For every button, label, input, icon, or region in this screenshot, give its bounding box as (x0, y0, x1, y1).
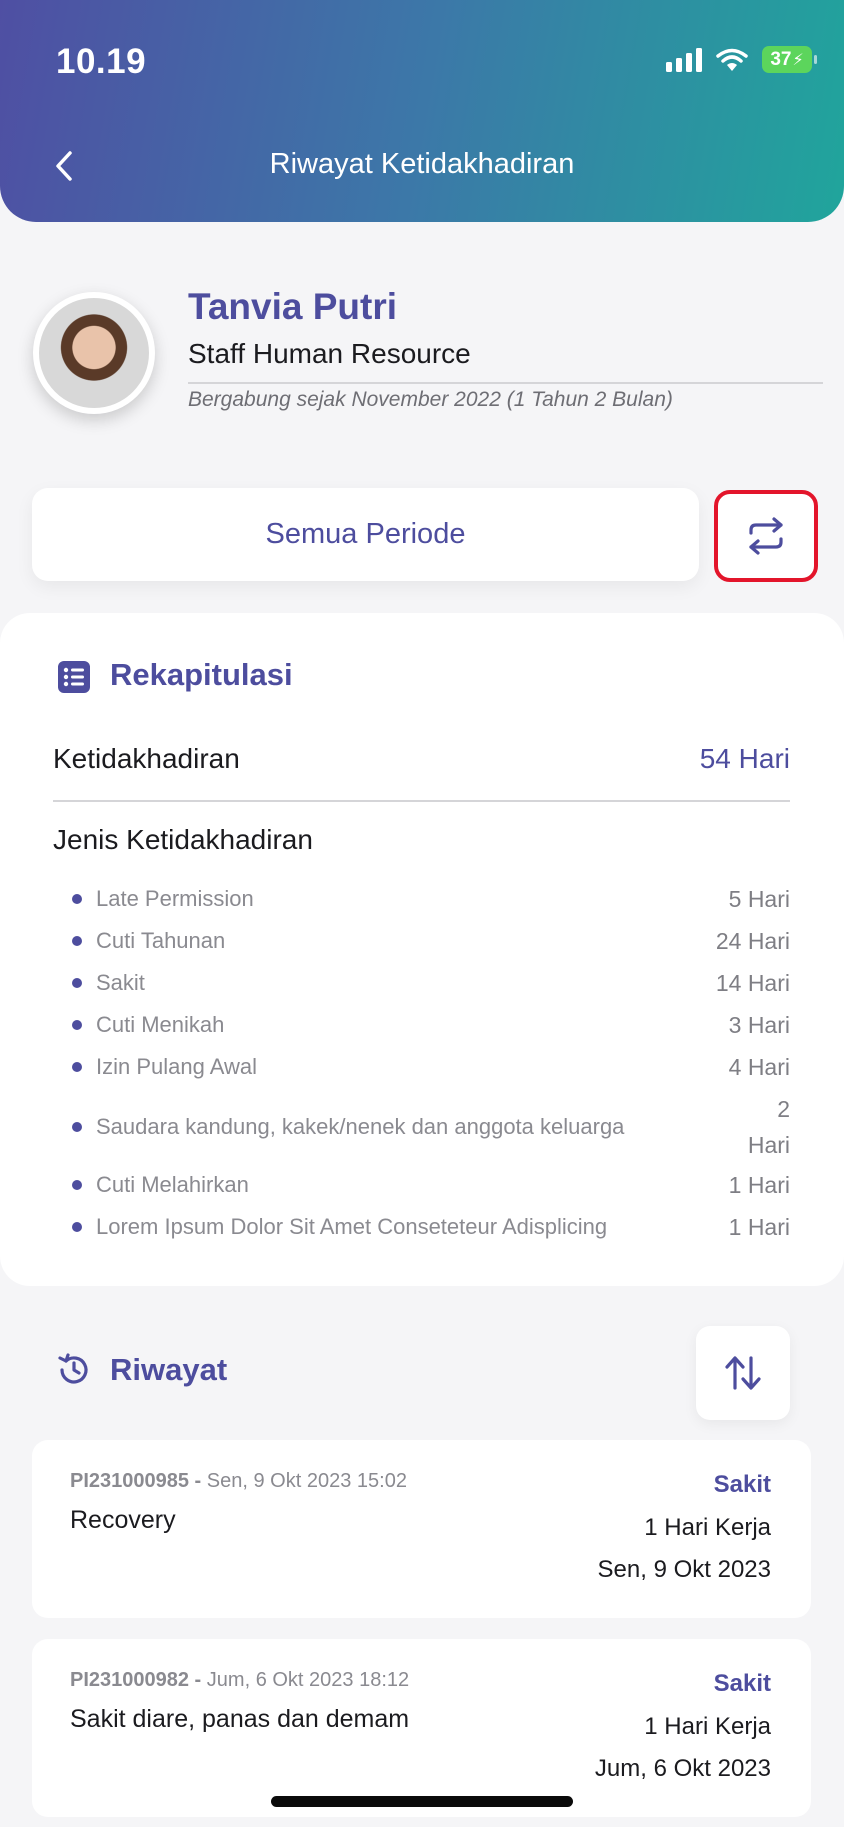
absence-type-name: Saudara kandung, kakek/nenek dan anggota… (96, 1114, 625, 1139)
bullet-icon (72, 1222, 82, 1232)
absence-type-name: Cuti Melahirkan (96, 1172, 249, 1197)
absence-type-item: Cuti Menikah 3 Hari (72, 1007, 790, 1043)
absence-type-value: 1 Hari (728, 1213, 790, 1240)
absence-type-name: Sakit (96, 970, 145, 995)
history-item-type: Sakit (713, 1670, 771, 1697)
avatar-photo (39, 298, 149, 408)
sort-button[interactable] (696, 1326, 790, 1420)
history-item-duration: 1 Hari Kerja (644, 1514, 771, 1541)
history-title: Riwayat (110, 1352, 228, 1387)
bullet-icon (72, 978, 82, 988)
status-icons: 37 ⚡ (666, 46, 817, 73)
history-item-id: PI231000982 - (70, 1669, 202, 1691)
absence-type-item: Sakit 14 Hari (72, 965, 790, 1001)
absence-type-name: Lorem Ipsum Dolor Sit Amet Conseteteur A… (96, 1214, 608, 1239)
absence-type-item: Cuti Melahirkan 1 Hari (72, 1167, 790, 1203)
recap-title: Rekapitulasi (110, 657, 293, 692)
bullet-icon (72, 1180, 82, 1190)
absence-types-title: Jenis Ketidakhadiran (53, 824, 313, 855)
sort-icon (725, 1356, 761, 1390)
history-item-description: Recovery (70, 1506, 176, 1534)
status-time: 10.19 (56, 42, 147, 81)
avatar (33, 292, 155, 414)
charging-bolt-icon: ⚡ (792, 51, 804, 69)
absence-value: 54 Hari (699, 743, 790, 774)
absence-type-name: Izin Pulang Awal (96, 1054, 258, 1079)
profile-section: Tanvia Putri Staff Human Resource Bergab… (33, 286, 823, 422)
history-item-header: PI231000982 - Jum, 6 Okt 2023 18:12 (70, 1669, 409, 1692)
page-title: Riwayat Ketidakhadiran (269, 148, 575, 180)
bullet-icon (72, 894, 82, 904)
absence-type-value: 14 Hari (715, 969, 790, 996)
app-header: 10.19 37 ⚡ Riwayat Ketidakhadiran (0, 0, 844, 222)
list-icon (56, 659, 92, 695)
history-icon (56, 1352, 92, 1388)
absence-type-value: 5 Hari (728, 885, 790, 912)
bullet-icon (72, 1020, 82, 1030)
absence-type-value: 24 Hari (715, 927, 790, 954)
history-item-header: PI231000985 - Sen, 9 Okt 2023 15:02 (70, 1470, 407, 1493)
profile-name: Tanvia Putri (188, 286, 398, 327)
absence-type-item: Izin Pulang Awal 4 Hari (72, 1049, 790, 1085)
history-item-duration: 1 Hari Kerja (644, 1713, 771, 1740)
absence-label: Ketidakhadiran (53, 743, 240, 774)
battery-level: 37 (770, 48, 792, 70)
divider (53, 800, 790, 802)
absence-type-item: Saudara kandung, kakek/nenek dan anggota… (72, 1090, 790, 1164)
history-item-date: Sen, 9 Okt 2023 (597, 1556, 771, 1583)
history-item-description: Sakit diare, panas dan demam (70, 1705, 410, 1733)
absence-type-value: 3 Hari (728, 1011, 790, 1038)
home-indicator (271, 1796, 573, 1807)
swap-icon (749, 517, 783, 555)
absence-type-value: 4 Hari (728, 1053, 790, 1080)
absence-type-item: Lorem Ipsum Dolor Sit Amet Conseteteur A… (72, 1209, 790, 1245)
absence-type-item: Late Permission 5 Hari (72, 881, 790, 917)
period-filter-label: Semua Periode (265, 518, 466, 550)
swap-button[interactable] (714, 490, 818, 582)
history-item-date: Jum, 6 Okt 2023 (594, 1755, 771, 1782)
history-item[interactable]: PI231000985 - Sen, 9 Okt 2023 15:02 Reco… (32, 1440, 811, 1618)
absence-type-name: Late Permission (96, 886, 254, 911)
period-filter-button[interactable]: Semua Periode (32, 488, 699, 581)
wifi-icon (716, 48, 748, 71)
history-item-timestamp: Jum, 6 Okt 2023 18:12 (206, 1669, 410, 1691)
absence-type-value: 2 Hari (747, 1096, 790, 1158)
divider (188, 382, 823, 384)
profile-role: Staff Human Resource (188, 338, 471, 369)
profile-joined: Bergabung sejak November 2022 (1 Tahun 2… (188, 388, 673, 411)
bullet-icon (72, 1062, 82, 1072)
recap-card: Rekapitulasi Ketidakhadiran 54 Hari Jeni… (0, 613, 844, 1286)
history-item-timestamp: Sen, 9 Okt 2023 15:02 (206, 1470, 407, 1492)
battery-icon: 37 ⚡ (762, 46, 817, 73)
signal-icon (666, 47, 702, 72)
history-item[interactable]: PI231000982 - Jum, 6 Okt 2023 18:12 Saki… (32, 1639, 811, 1817)
history-item-id: PI231000985 - (70, 1470, 202, 1492)
bullet-icon (72, 936, 82, 946)
absence-type-value: 1 Hari (728, 1171, 790, 1198)
absence-type-item: Cuti Tahunan 24 Hari (72, 923, 790, 959)
absence-type-name: Cuti Tahunan (96, 928, 226, 953)
absence-type-name: Cuti Menikah (96, 1012, 225, 1037)
history-item-type: Sakit (713, 1471, 771, 1498)
bullet-icon (72, 1122, 82, 1132)
